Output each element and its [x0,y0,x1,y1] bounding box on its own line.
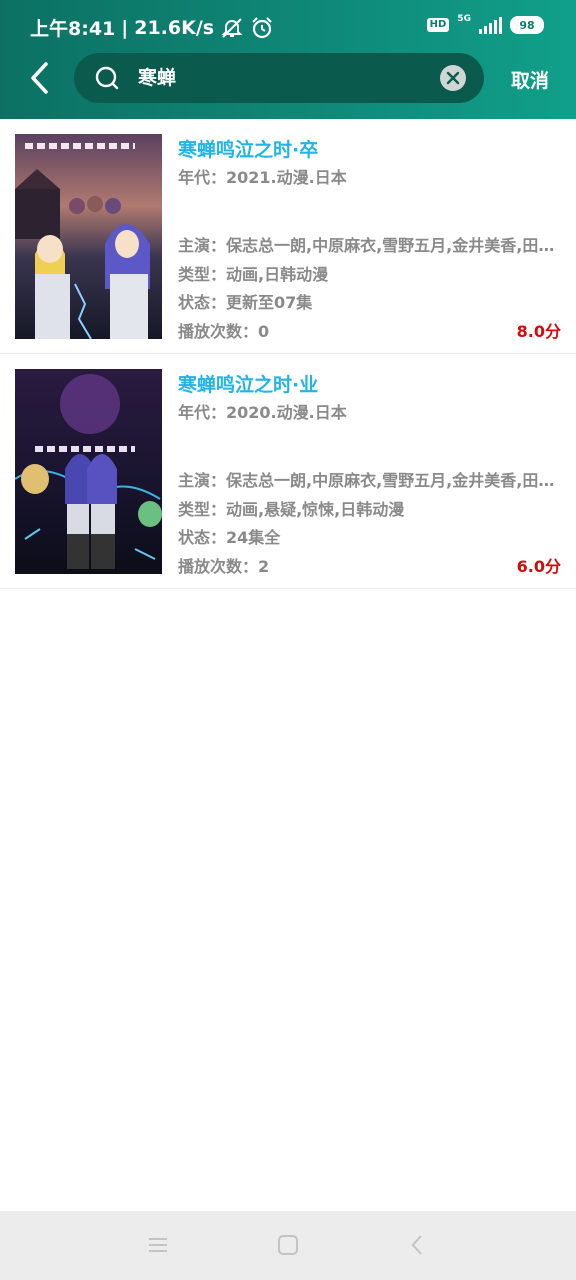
status-time: 上午8:41 [30,18,116,40]
list-item[interactable]: 寒蝉鸣泣之时·卒 年代：2021.动漫.日本 主演：保志总一朗,中原麻衣,雪野五… [0,119,576,354]
result-year: 年代：2020.动漫.日本 [178,403,347,422]
result-cast: 主演：保志总一朗,中原麻衣,雪野五月,金井美香,田村由香里 [178,471,566,490]
cancel-button[interactable]: 取消 [511,66,549,93]
menu-icon[interactable] [146,1233,170,1257]
result-genre: 类型：动画,日韩动漫 [178,265,329,284]
battery-icon: 98 [510,16,544,34]
result-title[interactable]: 寒蝉鸣泣之时·业 [178,370,318,397]
poster-image[interactable] [15,134,162,339]
result-year: 年代：2021.动漫.日本 [178,168,347,187]
close-icon [446,71,460,85]
status-divider: | [121,16,129,39]
result-status: 状态：更新至07集 [178,293,313,312]
poster-image[interactable] [15,369,162,574]
search-input[interactable] [138,65,438,87]
status-bar: 上午8:41 | 21.6K/s HD 5G 98 [0,0,576,54]
mute-icon [221,17,243,38]
result-title[interactable]: 寒蝉鸣泣之时·卒 [178,135,318,162]
result-cast: 主演：保志总一朗,中原麻衣,雪野五月,金井美香,田村由香里 [178,236,566,255]
alarm-icon [252,16,272,38]
back-button[interactable] [26,60,54,96]
back-nav-icon[interactable] [406,1233,430,1257]
list-item[interactable]: 寒蝉鸣泣之时·业 年代：2020.动漫.日本 主演：保志总一朗,中原麻衣,雪野五… [0,354,576,589]
system-nav-bar [0,1211,576,1280]
result-plays: 播放次数：0 [178,322,270,341]
network-type: 5G [457,13,471,24]
search-results-list: 寒蝉鸣泣之时·卒 年代：2021.动漫.日本 主演：保志总一朗,中原麻衣,雪野五… [0,119,576,589]
search-icon [95,66,119,90]
app-header: 上午8:41 | 21.6K/s HD 5G 98 寒蝉 取消 [0,0,576,119]
result-rating: 8.0分 [516,322,561,341]
status-net-speed: 21.6K/s [134,16,215,39]
home-icon[interactable] [276,1233,300,1257]
battery-level: 98 [519,18,535,32]
signal-icon [479,16,502,34]
result-status: 状态：24集全 [178,528,281,547]
clear-search-button[interactable] [440,65,466,91]
result-rating: 6.0分 [516,557,561,576]
search-bar[interactable] [74,53,484,103]
result-plays: 播放次数：2 [178,557,270,576]
result-genre: 类型：动画,悬疑,惊悚,日韩动漫 [178,500,405,519]
hd-badge: HD [426,18,450,32]
